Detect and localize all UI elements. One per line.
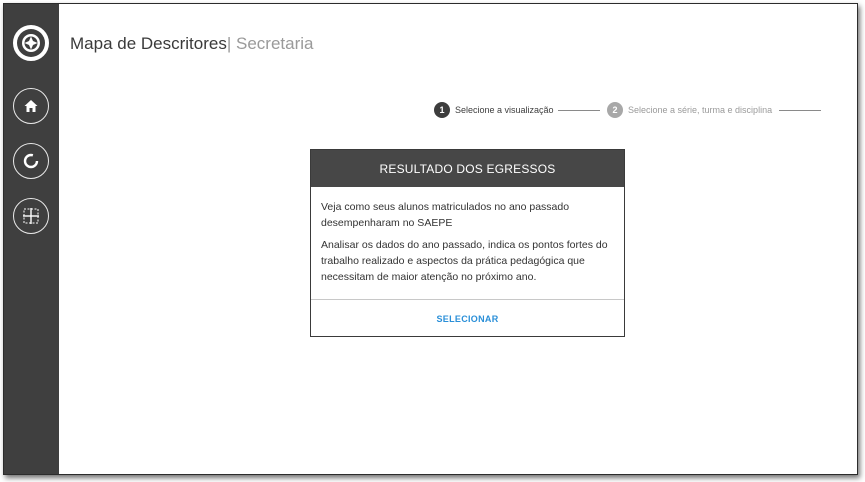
- logo-icon[interactable]: [13, 25, 49, 61]
- card-description: Veja como seus alunos matriculados no an…: [321, 201, 570, 229]
- home-icon[interactable]: [13, 88, 49, 124]
- refresh-icon[interactable]: [13, 143, 49, 179]
- page-subtitle: Secretaria: [236, 34, 314, 53]
- step-connector: [779, 110, 821, 111]
- step-1[interactable]: 1 Selecione a visualização: [434, 102, 554, 118]
- title-separator: |: [226, 34, 232, 53]
- step-label: Selecione a série, turma e disciplina: [628, 105, 773, 115]
- sidebar: [4, 4, 59, 474]
- app-title: Mapa de Descritores: [70, 34, 227, 53]
- card-detail: Analisar os dados do ano passado, indica…: [321, 239, 608, 283]
- step-label: Selecione a visualização: [455, 105, 554, 115]
- card-title: RESULTADO DOS EGRESSOS: [311, 150, 624, 187]
- app-window: Mapa de Descritores| Secretaria 1 Seleci…: [3, 3, 858, 475]
- grid-icon[interactable]: [13, 198, 49, 234]
- step-connector: [558, 110, 600, 111]
- step-number: 1: [434, 102, 450, 118]
- result-card: RESULTADO DOS EGRESSOS Veja como seus al…: [310, 149, 625, 337]
- step-2[interactable]: 2 Selecione a série, turma e disciplina: [607, 102, 772, 118]
- select-button[interactable]: SELECIONAR: [311, 300, 624, 337]
- step-number: 2: [607, 102, 623, 118]
- card-body: Veja como seus alunos matriculados no an…: [311, 187, 624, 299]
- page-title: Mapa de Descritores| Secretaria: [70, 34, 313, 54]
